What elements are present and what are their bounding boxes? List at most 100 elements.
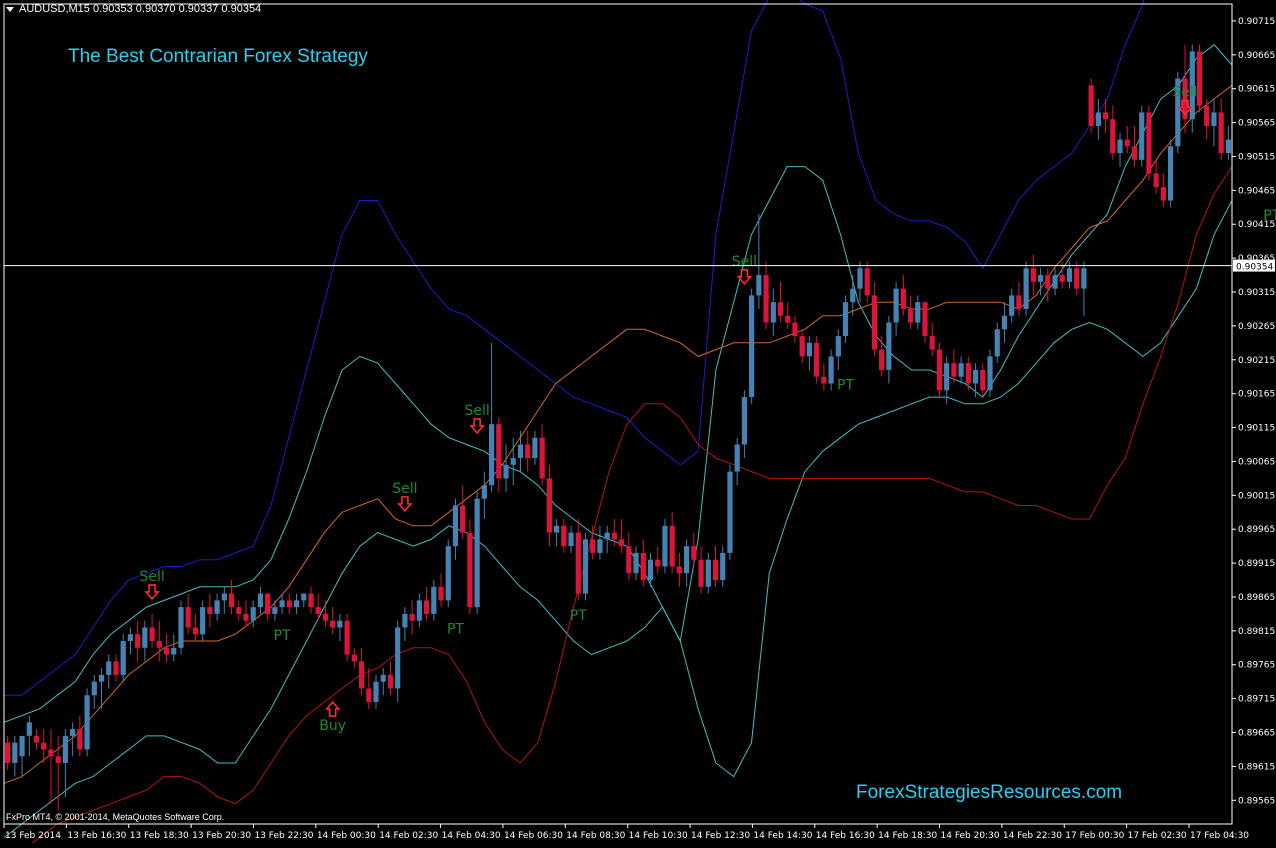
candle-body (91, 681, 97, 696)
x-tick-label: 13 Feb 22:30 (254, 831, 313, 841)
candle-body (438, 586, 444, 601)
candle-body (611, 532, 617, 540)
candle-body (192, 627, 199, 635)
candle-body (402, 613, 408, 628)
y-tick-label: 0.89665 (1238, 729, 1275, 739)
candle-body (1160, 186, 1166, 201)
candle-body (358, 661, 365, 689)
candle-body (879, 349, 885, 370)
candle-body (597, 539, 603, 553)
candle-body (228, 593, 235, 608)
signal-label: Sell (1172, 84, 1197, 100)
candle-body (41, 742, 47, 750)
copyright-text: FxPro MT4, © 2001-2014, MetaQuotes Softw… (6, 812, 225, 822)
candle-body (1066, 268, 1073, 282)
x-tick-label: 14 Feb 20:30 (941, 831, 1000, 841)
x-tick-label: 14 Feb 14:30 (753, 831, 812, 841)
x-tick-label: 13 Feb 16:30 (67, 831, 126, 841)
candle-body (705, 559, 711, 587)
candle-body (1059, 275, 1065, 282)
candle-body (972, 369, 979, 384)
signal-label: PT (274, 628, 291, 644)
candle-body (26, 722, 32, 736)
candle-body (1052, 275, 1058, 289)
signal-pt: PT (447, 621, 464, 637)
candle-body (243, 613, 249, 621)
signal-label: PT (570, 608, 587, 624)
chart-window[interactable]: Sell PT Buy Sell PT Sell PT Sell PT Sell PT 0.9035… (0, 0, 1276, 848)
candle-body (496, 424, 502, 479)
candle (1023, 261, 1029, 316)
candle (814, 336, 820, 384)
y-tick-label: 0.89615 (1238, 762, 1275, 772)
y-tick-label: 0.89965 (1238, 525, 1275, 535)
symbol-info-bar[interactable]: AUDUSD,M15 0.90353 0.90370 0.90337 0.903… (6, 3, 261, 15)
candle-body (236, 607, 242, 614)
candle-body (655, 559, 661, 567)
dropdown-triangle-icon[interactable] (6, 6, 14, 12)
candle-body (279, 600, 285, 608)
y-tick-label: 0.90615 (1238, 85, 1275, 95)
candle-body (900, 288, 906, 309)
y-tick-label: 0.90315 (1238, 288, 1275, 298)
candle-body (857, 268, 863, 289)
y-tick-label: 0.90265 (1238, 322, 1275, 332)
signal-label: Buy (319, 718, 346, 734)
y-tick-label: 0.89765 (1238, 661, 1275, 671)
candle (445, 539, 451, 608)
x-tick-label: 14 Feb 00:30 (317, 831, 376, 841)
candle-body (481, 485, 487, 499)
candle-body (994, 329, 1000, 357)
x-tick-label: 14 Feb 16:30 (816, 831, 875, 841)
candle-body (510, 458, 516, 465)
candle-body (84, 695, 90, 750)
price-chart[interactable]: SellPTBuySellPTSellPTSellPTSellPT 0.9035… (0, 0, 1276, 848)
watermark: ForexStrategiesResources.com (856, 782, 1123, 803)
x-tick-label: 14 Feb 04:30 (442, 831, 501, 841)
candle-body (691, 546, 697, 560)
candle-body (915, 302, 921, 323)
candle (467, 519, 473, 614)
candle (344, 613, 350, 662)
candle-body (799, 336, 805, 357)
candle (936, 342, 943, 398)
candle-body (163, 647, 170, 655)
y-tick-label: 0.89915 (1238, 559, 1275, 569)
candle-body (604, 532, 610, 540)
candle (1146, 105, 1152, 181)
candle-body (1225, 139, 1231, 154)
candle-body (539, 437, 545, 479)
candle-body (98, 674, 105, 682)
candle-body (445, 546, 451, 601)
candle-body (77, 729, 83, 750)
candle-body (431, 586, 437, 614)
y-tick-label: 0.90415 (1238, 220, 1275, 230)
candle-body (792, 322, 798, 337)
candle-body (633, 552, 639, 574)
candle-body (907, 308, 914, 323)
candle-body (106, 661, 112, 675)
candle-body (712, 559, 719, 581)
candle (1196, 44, 1203, 113)
candle-body (640, 552, 646, 581)
y-tick-label: 0.89865 (1238, 593, 1275, 603)
candle (178, 600, 184, 655)
candle-body (669, 525, 675, 567)
x-tick-label: 14 Feb 02:30 (379, 831, 438, 841)
candle-body (409, 613, 415, 621)
candle-body (127, 634, 134, 642)
y-tick-label: 0.90015 (1238, 491, 1275, 501)
candle-body (308, 593, 314, 608)
x-tick-label: 13 Feb 20:30 (192, 831, 251, 841)
x-tick-label: 17 Feb 04:30 (1190, 831, 1249, 841)
candle-body (142, 627, 148, 648)
candle-body (1023, 268, 1029, 309)
candle-body (460, 505, 466, 533)
candle (582, 532, 589, 601)
candle-body (525, 444, 531, 459)
chart-title: The Best Contrarian Forex Strategy (68, 46, 368, 67)
candle-body (1030, 268, 1036, 282)
candle-body (864, 268, 870, 296)
signal-label: PT (837, 378, 854, 394)
x-tick-label: 14 Feb 18:30 (878, 831, 937, 841)
